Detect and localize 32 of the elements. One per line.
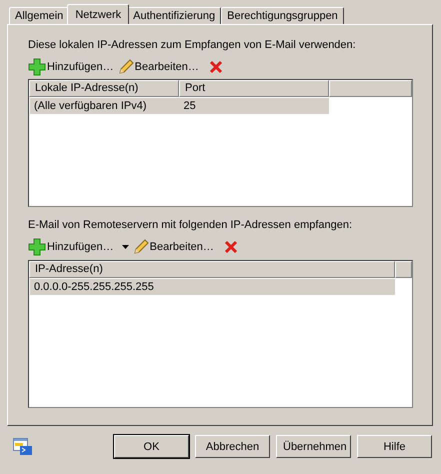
dropdown-arrow-icon[interactable] (122, 245, 129, 249)
list-cell-text: 25 (182, 100, 197, 112)
edit-button[interactable]: Bearbeiten… (118, 59, 199, 75)
list-cell-text: 0.0.0.0-255.255.255.255 (33, 281, 155, 293)
column-header[interactable]: Lokale IP-Adresse(n) (29, 80, 179, 97)
dialog-button[interactable]: Hilfe (357, 435, 432, 458)
list-row[interactable]: (Alle verfügbaren IPv4) 25 (30, 98, 329, 114)
dialog-button[interactable]: Abbrechen (195, 435, 270, 458)
column-header[interactable]: Port (179, 80, 329, 97)
dialog-button[interactable]: OK (114, 435, 189, 458)
edit-button[interactable]: Bearbeiten… (132, 239, 214, 255)
list-cell-text: (Alle verfügbaren IPv4) (33, 100, 148, 112)
pencil-icon (118, 59, 134, 75)
plus-icon (28, 58, 46, 76)
delete-button[interactable] (224, 240, 238, 254)
section-label: E-Mail von Remoteservern mit folgenden IP-Adressen empfangen: (28, 219, 354, 233)
delete-icon (224, 240, 238, 254)
delete-button[interactable] (208, 60, 223, 74)
dialog-button[interactable]: Übernehmen (276, 435, 351, 458)
tab[interactable]: Netzwerk (67, 4, 130, 24)
plus-icon (28, 238, 46, 256)
list-row[interactable]: 0.0.0.0-255.255.255.255 (30, 279, 395, 295)
column-header[interactable]: IP-Adresse(n) (29, 261, 395, 278)
console-icon (13, 438, 33, 456)
tab[interactable]: Allgemein (9, 7, 70, 24)
tab[interactable]: Authentifizierung (127, 7, 222, 24)
tab[interactable]: Berechtigungsgruppen (221, 7, 344, 24)
pencil-icon (132, 239, 149, 255)
section-label: Diese lokalen IP-Adressen zum Empfangen von E-Mail verwenden: (28, 39, 357, 53)
add-button[interactable]: Hinzufügen… (28, 58, 114, 76)
add-button[interactable]: Hinzufügen… (28, 238, 114, 256)
delete-icon (208, 60, 223, 74)
